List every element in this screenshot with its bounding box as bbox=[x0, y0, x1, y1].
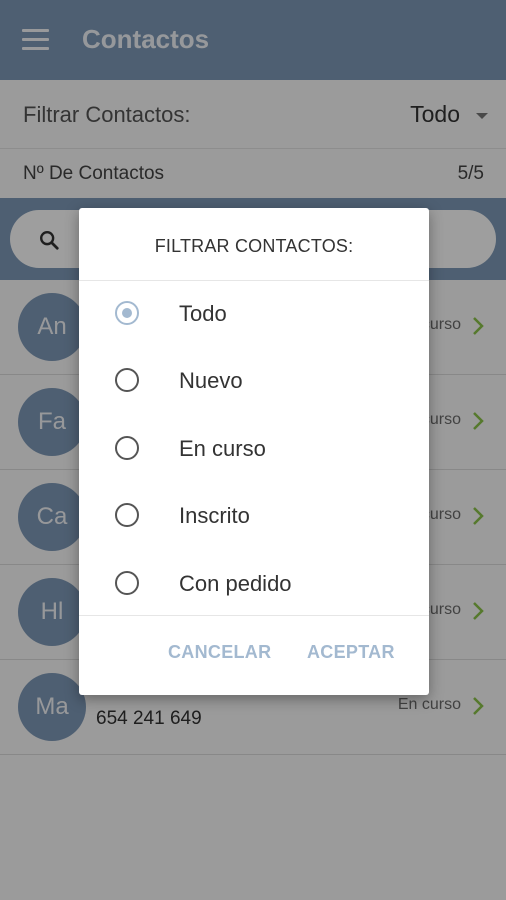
radio-unchecked-icon[interactable] bbox=[115, 571, 139, 595]
option-todo[interactable]: Todo bbox=[79, 281, 429, 348]
option-label: Con pedido bbox=[179, 571, 292, 596]
option-en-curso[interactable]: En curso bbox=[79, 416, 429, 483]
option-con-pedido[interactable]: Con pedido bbox=[79, 551, 429, 618]
option-label: Inscrito bbox=[179, 503, 250, 528]
radio-unchecked-icon[interactable] bbox=[115, 436, 139, 460]
accept-button[interactable]: ACEPTAR bbox=[307, 642, 395, 663]
cancel-button[interactable]: CANCELAR bbox=[168, 642, 271, 663]
dialog-title: FILTRAR CONTACTOS: bbox=[79, 208, 429, 281]
option-nuevo[interactable]: Nuevo bbox=[79, 348, 429, 415]
option-label: Todo bbox=[179, 301, 227, 326]
option-label: En curso bbox=[179, 436, 266, 461]
contacts-screen: Contactos Filtrar Contactos: Todo Nº De … bbox=[0, 0, 506, 900]
option-inscrito[interactable]: Inscrito bbox=[79, 483, 429, 550]
dialog-actions: CANCELAR ACEPTAR bbox=[79, 615, 429, 696]
radio-unchecked-icon[interactable] bbox=[115, 503, 139, 527]
radio-unchecked-icon[interactable] bbox=[115, 368, 139, 392]
filter-dialog: FILTRAR CONTACTOS: Todo Nuevo En curso I… bbox=[79, 208, 429, 695]
radio-checked-icon[interactable] bbox=[115, 301, 139, 325]
option-label: Nuevo bbox=[179, 368, 243, 393]
